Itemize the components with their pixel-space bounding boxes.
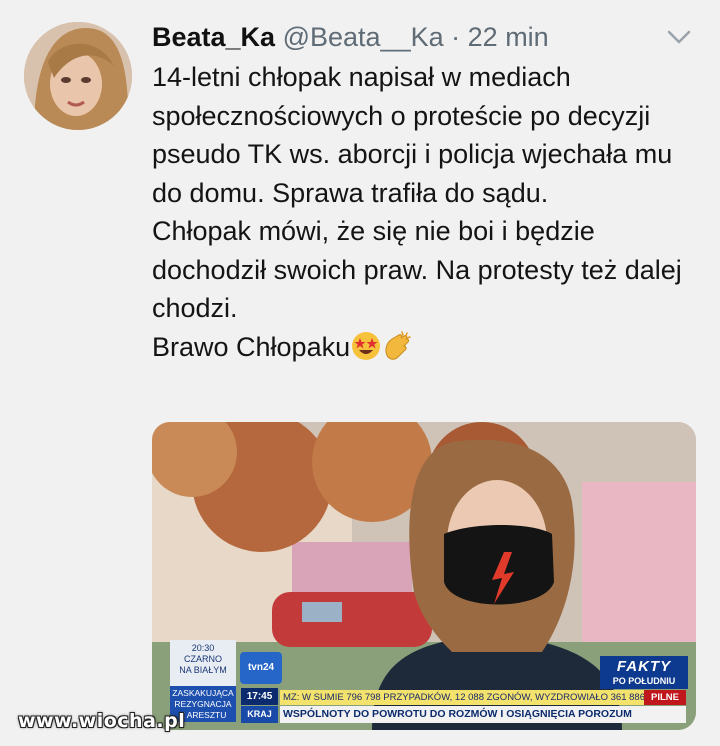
- avatar-photo: [24, 22, 132, 130]
- tweet-text: 14-letni chłopak napisał w mediach społe…: [152, 58, 700, 366]
- star-struck-emoji-icon: [352, 331, 381, 360]
- timestamp[interactable]: 22 min: [468, 22, 549, 52]
- tv-side-show-line1: CZARNO: [184, 654, 222, 664]
- fakty-title: FAKTY: [616, 658, 672, 675]
- clapping-hands-emoji-icon: [385, 330, 411, 360]
- site-watermark: www.wiocha.pl: [18, 710, 186, 732]
- tweet-media-image[interactable]: 20:30 CZARNO NA BIAŁYM ZASKAKUJĄCA REZYG…: [152, 422, 696, 730]
- tweet-paragraph-1: 14-letni chłopak napisał w mediach społe…: [152, 62, 673, 208]
- tvn24-logo-icon: tvn24: [240, 652, 282, 684]
- tweet-header: Beata_Ka @Beata__Ka · 22 min: [152, 20, 549, 54]
- fakty-subtitle: PO POŁUDNIU: [612, 676, 676, 686]
- user-handle[interactable]: @Beata__Ka: [283, 22, 444, 52]
- tv-clock: 17:45: [241, 688, 278, 705]
- tv-side-time: 20:30: [191, 643, 215, 653]
- tv-ticker-bottom: WSPÓLNOTY DO POWROTU DO ROZMÓW I OSIĄGNI…: [280, 706, 686, 723]
- tv-side-headline-line1: ZASKAKUJĄCA: [172, 688, 234, 698]
- display-name[interactable]: Beata_Ka: [152, 22, 275, 52]
- tweet-line-3-text: Brawo Chłopaku: [152, 331, 351, 362]
- fakty-logo: FAKTY PO POŁUDNIU: [600, 656, 688, 689]
- tv-ticker-top: MZ: W SUMIE 796 798 PRZYPADKÓW, 12 088 Z…: [280, 690, 644, 705]
- tweet: Beata_Ka @Beata__Ka · 22 min 14-letni ch…: [0, 0, 720, 746]
- header-separator: ·: [451, 22, 461, 52]
- tv-section-label: KRAJ: [241, 706, 278, 723]
- tv-side-show-line2: NA BIAŁYM: [179, 665, 227, 675]
- tv-side-headline-line2: REZYGNACJA: [174, 699, 232, 709]
- avatar[interactable]: [24, 22, 132, 130]
- tv-side-schedule: 20:30 CZARNO NA BIAŁYM: [170, 640, 236, 686]
- tv-urgent-badge: PILNE: [644, 690, 686, 705]
- tweet-paragraph-2: Chłopak mówi, że się nie boi i będzie do…: [152, 216, 682, 323]
- tweet-paragraph-3: Brawo Chłopaku: [152, 328, 700, 367]
- chevron-down-icon[interactable]: [664, 26, 694, 48]
